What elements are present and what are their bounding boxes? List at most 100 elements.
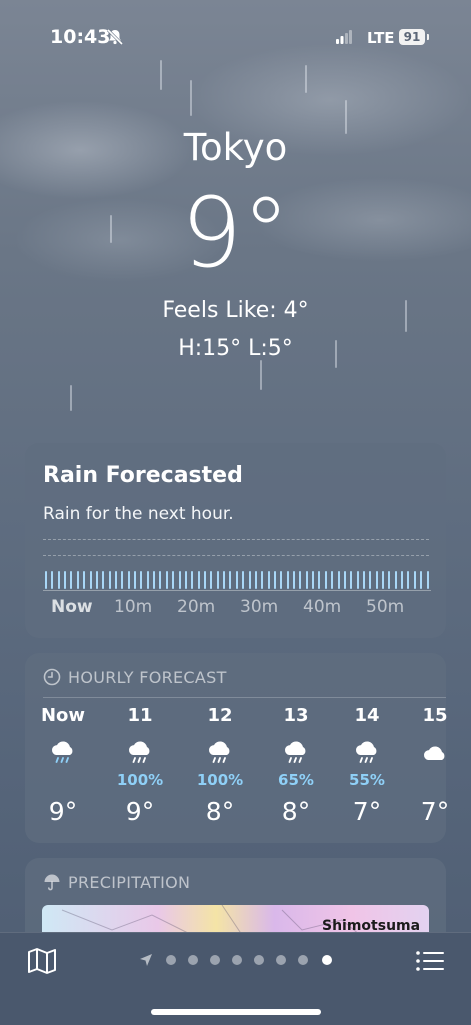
hour-label: 12 <box>207 705 233 726</box>
hour-label: 11 <box>127 705 153 726</box>
rain-bar <box>407 571 410 589</box>
rain-icon <box>266 735 326 771</box>
rain-bar <box>89 571 92 589</box>
hourly-header-label: HOURLY FORECAST <box>68 667 227 687</box>
rain-icon <box>190 735 250 771</box>
rain-bar <box>153 571 156 589</box>
page-dot[interactable] <box>232 955 242 965</box>
rain-card-subtitle: Rain for the next hour. <box>43 504 234 524</box>
rain-bar <box>108 571 111 589</box>
hour-item: 12 100% 8° <box>190 705 250 826</box>
rain-bar <box>343 571 346 589</box>
battery-level: 91 <box>399 29 425 45</box>
hour-item: Now 9° <box>33 705 93 826</box>
rain-bar <box>140 571 143 589</box>
rain-bar <box>401 571 404 589</box>
page-indicator[interactable] <box>139 953 339 967</box>
rain-bar <box>324 571 327 589</box>
rain-icon <box>33 735 93 771</box>
time-label: 50m <box>366 597 405 617</box>
rain-bar <box>375 571 378 589</box>
rain-bar <box>51 571 54 589</box>
rain-bar <box>197 571 200 589</box>
rain-bar <box>242 571 245 589</box>
rain-bar <box>413 571 416 589</box>
chart-gridline <box>43 555 429 556</box>
rain-bar <box>337 571 340 589</box>
rain-bar <box>57 571 60 589</box>
rain-bar <box>134 571 137 589</box>
precip-chance: 100% <box>116 771 164 789</box>
battery-tip <box>427 34 429 40</box>
rain-icon <box>337 735 397 771</box>
page-dot[interactable] <box>298 955 308 965</box>
rain-bar <box>248 571 251 589</box>
hour-temp: 9° <box>48 797 78 826</box>
hour-item: 13 65% 8° <box>266 705 326 826</box>
page-dot[interactable] <box>254 955 264 965</box>
precip-chance: 100% <box>196 771 244 789</box>
rain-bar <box>369 571 372 589</box>
rain-bar <box>382 571 385 589</box>
rain-bar <box>362 571 365 589</box>
rain-bar <box>203 571 206 589</box>
network-type: LTE <box>367 29 395 47</box>
rain-bar <box>305 571 308 589</box>
page-dot[interactable] <box>166 955 176 965</box>
rain-forecast-card[interactable]: Rain Forecasted Rain for the next hour. … <box>25 443 446 638</box>
rain-bar <box>426 571 429 589</box>
cloud-icon <box>405 735 465 771</box>
rain-bar <box>299 571 302 589</box>
list-icon[interactable] <box>415 947 445 975</box>
page-dot[interactable] <box>188 955 198 965</box>
rain-bar <box>388 571 391 589</box>
feels-like: Feels Like: 4° <box>162 298 309 323</box>
rain-bar <box>178 571 181 589</box>
page-dot[interactable] <box>276 955 286 965</box>
hour-item: 11 100% 9° <box>110 705 170 826</box>
page-dot-active[interactable] <box>322 955 332 965</box>
precip-chance: 55% <box>349 771 385 789</box>
rain-bar <box>235 571 238 589</box>
hour-temp: 7° <box>420 797 450 826</box>
rain-streak <box>190 80 192 116</box>
rain-bar <box>45 571 47 589</box>
hour-label: 13 <box>283 705 309 726</box>
bottom-toolbar <box>0 932 471 1025</box>
chart-gridline <box>43 539 429 540</box>
rain-bar <box>191 571 194 589</box>
rain-bar <box>216 571 219 589</box>
hourly-forecast-card[interactable]: HOURLY FORECAST Now 9° 11 100% 9° 12 100… <box>25 653 449 843</box>
hour-item: 14 55% 7° <box>337 705 397 826</box>
home-indicator[interactable] <box>151 1009 321 1015</box>
rain-bar <box>127 571 130 589</box>
rain-bar <box>261 571 264 589</box>
rain-bar <box>420 571 423 589</box>
time-label: 30m <box>240 597 279 617</box>
rain-bar <box>254 571 257 589</box>
rain-streak <box>70 385 72 411</box>
rain-bar <box>286 571 289 589</box>
precip-chance <box>405 771 465 791</box>
time-label: 40m <box>303 597 342 617</box>
rain-bar <box>172 571 175 589</box>
signal-icon <box>336 30 352 44</box>
page-dot[interactable] <box>210 955 220 965</box>
rain-bar <box>159 571 162 589</box>
precip-chance: 65% <box>278 771 314 789</box>
current-temperature: 9° <box>180 177 291 289</box>
precip-chance <box>33 771 93 791</box>
map-icon[interactable] <box>27 947 57 975</box>
rain-bar <box>95 571 98 589</box>
rain-icon <box>110 735 170 771</box>
umbrella-icon <box>44 874 60 891</box>
rain-bar <box>165 571 168 589</box>
rain-streak <box>260 360 262 390</box>
high-low: H:15° L:5° <box>178 336 293 361</box>
rain-bar <box>267 571 270 589</box>
rain-bar <box>102 571 105 589</box>
rain-bar <box>76 571 79 589</box>
hour-temp: 9° <box>125 797 155 826</box>
card-header: HOURLY FORECAST <box>43 666 227 688</box>
rain-bar <box>394 571 397 589</box>
